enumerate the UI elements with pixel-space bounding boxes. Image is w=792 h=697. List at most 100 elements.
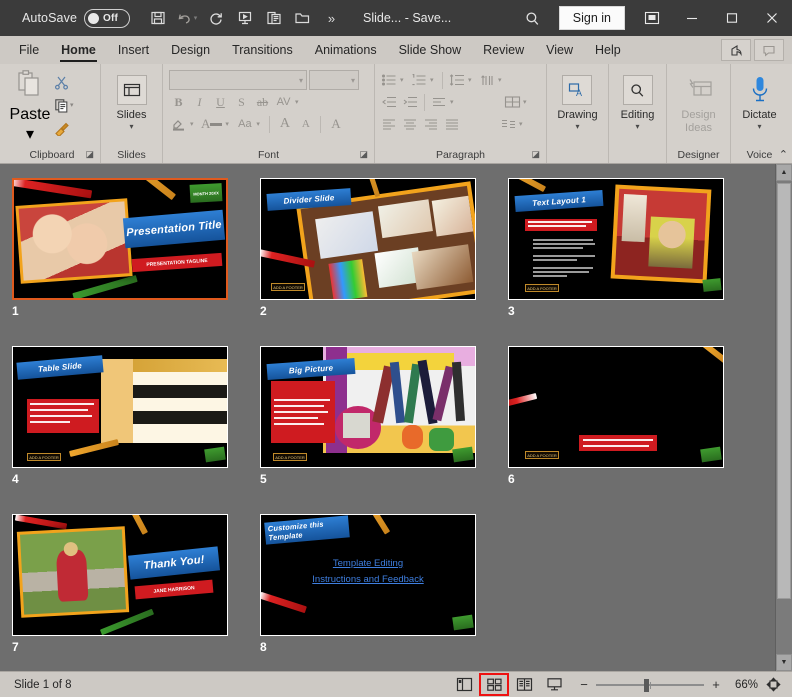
zoom-level-label[interactable]: 66%: [728, 679, 758, 691]
bold-button[interactable]: B: [169, 92, 188, 112]
paste-caret-icon[interactable]: ▾: [26, 124, 34, 144]
decrease-font-size-button[interactable]: A: [296, 114, 315, 134]
slide-cell[interactable]: Text Layout 1 ADD A FOOTER 3: [508, 178, 756, 318]
slide8-link-line-2[interactable]: Instructions and Feedback: [261, 573, 475, 587]
copy-button[interactable]: ▾: [52, 94, 76, 116]
close-icon[interactable]: [752, 1, 792, 35]
slide-cell[interactable]: Divider Slide ADD A FOOTER 2: [260, 178, 508, 318]
drawing-button[interactable]: A Drawing ▾: [552, 69, 602, 133]
underline-button[interactable]: U: [211, 92, 230, 112]
search-icon[interactable]: [514, 3, 552, 33]
autosave-toggle[interactable]: Off: [84, 8, 131, 28]
tab-file[interactable]: File: [8, 36, 50, 64]
slides-caret-icon[interactable]: ▾: [129, 122, 133, 131]
autosave-control[interactable]: AutoSave Off: [22, 8, 131, 28]
slide8-link-line-1[interactable]: Template Editing: [261, 557, 475, 571]
numbering-caret-icon[interactable]: ▾: [430, 76, 438, 84]
bullets-caret-icon[interactable]: ▾: [400, 76, 408, 84]
minimize-icon[interactable]: [672, 1, 712, 35]
slide-sorter-view-button[interactable]: [479, 673, 509, 696]
slide-cell[interactable]: ADD A FOOTER 6: [508, 346, 756, 486]
comments-icon[interactable]: [754, 39, 784, 61]
design-ideas-button[interactable]: Design Ideas: [671, 69, 726, 137]
character-spacing-caret-icon[interactable]: ▾: [295, 98, 303, 106]
collapse-ribbon-icon[interactable]: ⌃: [779, 148, 788, 161]
start-presentation-icon[interactable]: [231, 5, 258, 31]
slide-thumbnail-8[interactable]: Customize this Template Template Editing…: [260, 514, 476, 636]
tab-slide-show[interactable]: Slide Show: [388, 36, 473, 64]
align-right-icon[interactable]: [421, 114, 441, 134]
slide-cell[interactable]: MONTH 20XX Presentation Title PRESENTATI…: [12, 178, 260, 318]
change-case-caret-icon[interactable]: ▾: [256, 120, 264, 128]
bullets-icon[interactable]: [379, 70, 399, 90]
new-slide-icon[interactable]: [260, 5, 287, 31]
zoom-slider[interactable]: [596, 678, 704, 692]
scroll-up-arrow-icon[interactable]: ▲: [776, 164, 792, 181]
tab-help[interactable]: Help: [584, 36, 632, 64]
slide-cell[interactable]: Thank You! JANE HARRISON 7: [12, 514, 260, 654]
justify-icon[interactable]: [442, 114, 462, 134]
align-left-icon[interactable]: [379, 114, 399, 134]
tab-home[interactable]: Home: [50, 36, 107, 64]
italic-button[interactable]: I: [190, 92, 209, 112]
decrease-indent-icon[interactable]: [379, 92, 399, 112]
dictate-button[interactable]: Dictate ▾: [737, 69, 783, 133]
slide-cell[interactable]: Big Picture ADD A FOOTER 5: [260, 346, 508, 486]
slide-thumbnail-5[interactable]: Big Picture ADD A FOOTER: [260, 346, 476, 468]
redo-icon[interactable]: [202, 5, 229, 31]
paragraph-dialog-launcher-icon[interactable]: ◪: [531, 146, 540, 162]
font-dialog-launcher-icon[interactable]: ◪: [359, 146, 368, 162]
columns-icon[interactable]: [498, 114, 518, 134]
slide-show-view-button[interactable]: [540, 674, 568, 695]
strikethrough-button[interactable]: ab: [253, 92, 272, 112]
character-spacing-button[interactable]: AV: [274, 92, 293, 112]
editing-caret-icon[interactable]: ▾: [635, 122, 639, 131]
ribbon-display-options-icon[interactable]: [632, 1, 672, 35]
change-case-button[interactable]: Aa: [235, 114, 254, 134]
cut-button[interactable]: [52, 71, 76, 93]
line-spacing-icon[interactable]: [447, 70, 467, 90]
tab-review[interactable]: Review: [472, 36, 535, 64]
slides-button[interactable]: Slides ▾: [109, 69, 155, 133]
open-icon[interactable]: [289, 5, 316, 31]
tab-design[interactable]: Design: [160, 36, 221, 64]
slide-cell[interactable]: Customize this Template Template Editing…: [260, 514, 508, 654]
editing-button[interactable]: Editing ▾: [615, 69, 661, 133]
text-direction-caret-icon[interactable]: ▾: [498, 76, 506, 84]
format-painter-button[interactable]: [52, 117, 76, 139]
font-color-caret-icon[interactable]: ▾: [225, 120, 233, 128]
save-icon[interactable]: [144, 5, 171, 31]
increase-indent-icon[interactable]: [400, 92, 420, 112]
columns-caret-icon[interactable]: ▾: [519, 120, 527, 128]
drawing-caret-icon[interactable]: ▾: [575, 122, 579, 131]
scroll-thumb[interactable]: [777, 183, 791, 600]
scroll-track[interactable]: [776, 181, 792, 654]
smartart-caret-icon[interactable]: ▾: [523, 98, 531, 106]
slide-sorter-pane[interactable]: MONTH 20XX Presentation Title PRESENTATI…: [0, 164, 775, 671]
more-commands-icon[interactable]: »: [318, 5, 345, 31]
clipboard-dialog-launcher-icon[interactable]: ◪: [85, 146, 94, 162]
undo-icon[interactable]: ▾: [173, 5, 200, 31]
slide-cell[interactable]: Table Slide ADD A FOOTER 4: [12, 346, 260, 486]
sign-in-button[interactable]: Sign in: [558, 6, 625, 30]
font-color-button[interactable]: A: [200, 114, 223, 134]
slide-thumbnail-7[interactable]: Thank You! JANE HARRISON: [12, 514, 228, 636]
text-highlight-color-button[interactable]: [169, 114, 188, 134]
slide-thumbnail-4[interactable]: Table Slide ADD A FOOTER: [12, 346, 228, 468]
zoom-slider-handle[interactable]: [643, 678, 649, 692]
numbering-icon[interactable]: [409, 70, 429, 90]
tab-view[interactable]: View: [535, 36, 584, 64]
text-direction-icon[interactable]: [477, 70, 497, 90]
text-shadow-button[interactable]: S: [232, 92, 251, 112]
slide-thumbnail-1[interactable]: MONTH 20XX Presentation Title PRESENTATI…: [12, 178, 228, 300]
restore-icon[interactable]: [712, 1, 752, 35]
scroll-down-arrow-icon[interactable]: ▼: [776, 654, 792, 671]
dictate-caret-icon[interactable]: ▾: [757, 122, 761, 131]
highlight-caret-icon[interactable]: ▾: [190, 120, 198, 128]
align-center-icon[interactable]: [400, 114, 420, 134]
fit-to-window-icon[interactable]: [760, 674, 786, 695]
align-text-icon[interactable]: [429, 92, 449, 112]
slide-thumbnail-2[interactable]: Divider Slide ADD A FOOTER: [260, 178, 476, 300]
increase-font-size-button[interactable]: A: [275, 114, 294, 134]
zoom-in-button[interactable]: +: [710, 677, 722, 692]
